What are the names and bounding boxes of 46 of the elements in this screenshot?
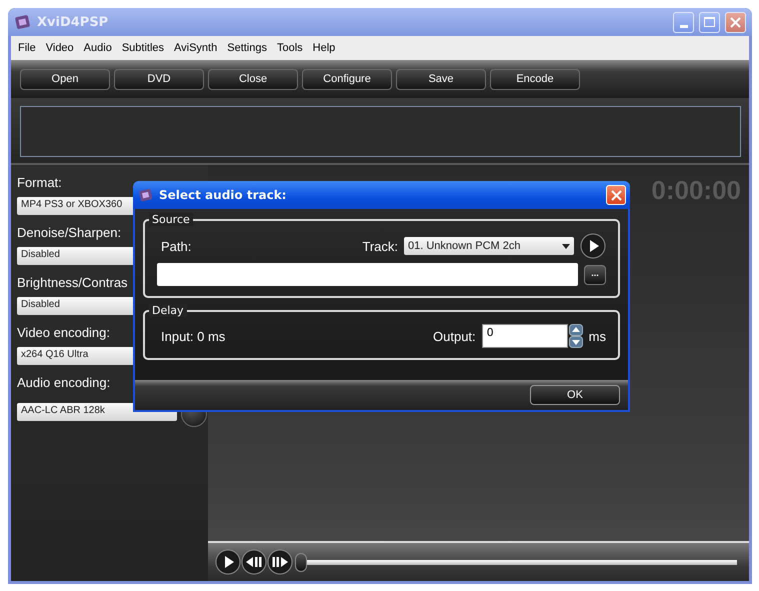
maximize-button[interactable] [699, 12, 720, 32]
toolbar-button[interactable]: Close [208, 68, 298, 90]
close-button[interactable] [725, 12, 746, 32]
maximize-icon [704, 17, 715, 27]
film-icon [138, 187, 154, 203]
minimize-icon [680, 24, 688, 28]
step-back-icon[interactable] [241, 549, 267, 575]
seek-thumb[interactable] [295, 552, 307, 572]
toolbar-button[interactable]: DVD [114, 68, 204, 90]
toolbar-button[interactable]: Open [20, 68, 110, 90]
input-delay-text: Input: 0 ms [161, 328, 226, 344]
menu-item[interactable]: Subtitles [116, 42, 170, 54]
step-forward-icon[interactable] [267, 549, 293, 575]
close-icon [730, 16, 741, 28]
caret-icon [562, 244, 570, 248]
menu-item[interactable]: Audio [78, 42, 117, 54]
setting-label: Format: [17, 175, 62, 192]
browse-button[interactable]: ... [584, 264, 606, 284]
ok-button[interactable]: OK [530, 385, 620, 405]
output-label: Output: [433, 328, 476, 344]
menu-item[interactable]: Help [308, 42, 340, 54]
play-icon[interactable] [580, 233, 606, 259]
menu-item[interactable]: Video [40, 42, 79, 54]
menu-item[interactable]: Settings [222, 42, 272, 54]
group-legend: Delay [149, 304, 187, 317]
setting-label: Video encoding: [17, 325, 110, 342]
play-icon[interactable] [215, 549, 241, 575]
menu-item[interactable]: File [13, 42, 41, 54]
minimize-button[interactable] [673, 12, 694, 32]
setting-label: Audio encoding: [17, 375, 110, 392]
menu-item[interactable]: Tools [272, 42, 308, 54]
close-icon [610, 190, 622, 200]
path-field[interactable] [157, 263, 578, 286]
toolbar-button[interactable]: Save [396, 68, 486, 90]
unit-label: ms [588, 328, 606, 344]
spinner-icon[interactable] [568, 324, 583, 348]
toolbar-button[interactable]: Encode [490, 68, 580, 90]
group-legend: Source [149, 213, 193, 226]
track-label: Track: [362, 238, 398, 254]
track-dropdown[interactable]: 01. Unknown PCM 2ch [404, 237, 574, 255]
toolbar-button[interactable]: Configure [302, 68, 392, 90]
output-field[interactable]: 0 [482, 324, 568, 348]
setting-label: Brightness/Contras [17, 275, 128, 292]
menu-item[interactable]: AviSynth [169, 42, 222, 54]
setting-label: Denoise/Sharpen: [17, 225, 122, 242]
window-title: XviD4PSP [37, 14, 110, 30]
